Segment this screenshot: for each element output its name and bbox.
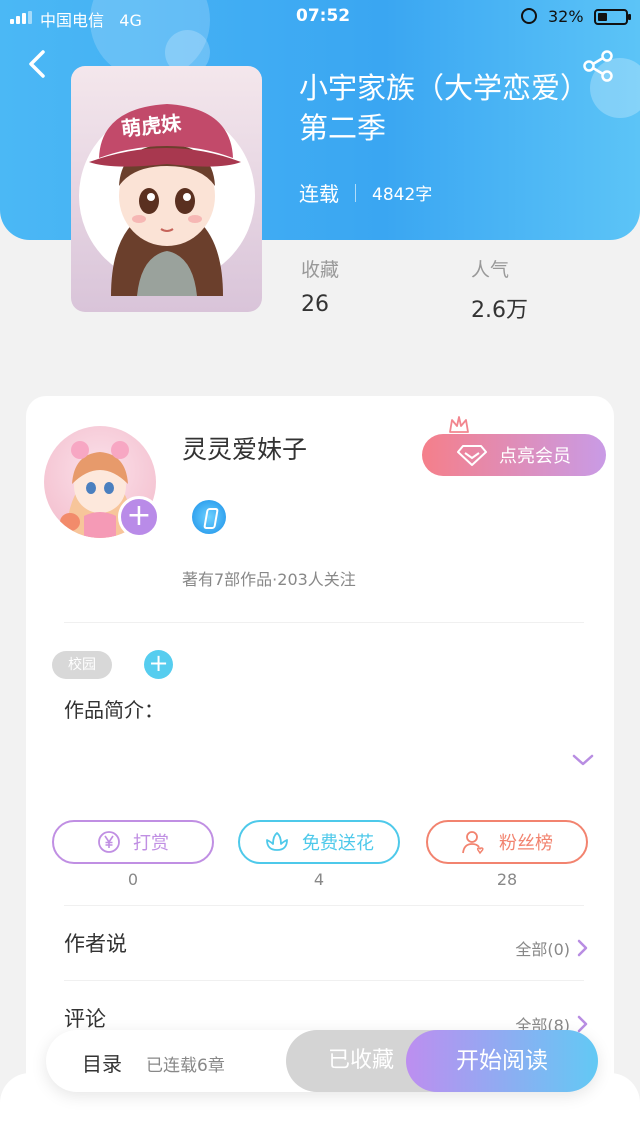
yen-coin-icon <box>98 831 120 853</box>
status-bar: 中国电信 4G 07:52 32% <box>0 0 640 34</box>
clock: 07:52 <box>296 6 351 26</box>
flower-icon <box>266 832 288 851</box>
intro-label: 作品简介： <box>64 698 164 722</box>
chevron-down-icon[interactable] <box>571 752 595 768</box>
chevron-right-icon <box>577 939 588 957</box>
tip-count: 0 <box>127 870 139 889</box>
send-flower-label: 免费送花 <box>302 833 374 854</box>
author-says-label: 作者说 <box>64 932 127 956</box>
toc-button[interactable]: 目录 <box>82 1048 122 1077</box>
fans-ranking-button[interactable]: 粉丝榜 <box>426 820 588 864</box>
tip-label: 打赏 <box>133 833 169 854</box>
fans-ranking-label: 粉丝榜 <box>499 833 553 854</box>
bottom-action-bar: 目录 已连载6章 已收藏 开始阅读 <box>46 1030 598 1092</box>
start-reading-button[interactable]: 开始阅读 <box>406 1030 598 1092</box>
author-says-all-text: 全部(0) <box>515 940 570 959</box>
comments-label: 评论 <box>64 1007 106 1031</box>
chapter-count: 已连载6章 <box>146 1056 225 1076</box>
vip-label: 点亮会员 <box>499 446 571 467</box>
signal-icon <box>10 11 32 24</box>
book-cover[interactable]: 萌虎妹 <box>71 66 262 312</box>
serial-status: 连载 <box>299 182 339 206</box>
divider <box>64 905 584 906</box>
back-arrow-icon[interactable] <box>22 48 54 80</box>
author-level-badge-icon <box>192 500 226 534</box>
stat-label: 人气 <box>471 259 510 281</box>
rotation-lock-icon <box>521 8 537 24</box>
diamond-icon <box>457 445 487 466</box>
stat-favorites: 收藏 26 <box>301 255 339 317</box>
stat-value: 26 <box>301 292 329 317</box>
battery-percent: 32% <box>548 7 584 26</box>
book-title: 小宇家族（大学恋爱）第二季 <box>299 71 590 145</box>
send-flower-button[interactable]: 免费送花 <box>238 820 400 864</box>
tip-button[interactable]: 打赏 <box>52 820 214 864</box>
add-tag-button[interactable]: + <box>144 650 173 679</box>
stat-value: 2.6万 <box>471 298 528 323</box>
fans-count: 28 <box>496 870 518 889</box>
cover-illustration <box>79 104 255 296</box>
stat-label: 收藏 <box>301 259 340 281</box>
detail-card: + 灵灵爱妹子 著有7部作品·203人关注 点亮会员 校园 + 作品简介： 打赏… <box>26 396 614 1116</box>
stat-popularity: 人气 2.6万 <box>471 255 528 324</box>
genre-tag[interactable]: 校园 <box>52 651 112 679</box>
flower-count: 4 <box>313 870 325 889</box>
word-count: 4842字 <box>372 185 433 205</box>
meta-divider <box>355 183 356 202</box>
author-says-all-link[interactable]: 全部(0) <box>515 936 588 960</box>
author-stats: 著有7部作品·203人关注 <box>182 570 356 589</box>
chevron-right-icon <box>577 1015 588 1033</box>
follow-author-button[interactable]: + <box>118 496 160 538</box>
divider <box>64 622 584 623</box>
battery-icon <box>594 9 631 25</box>
author-name[interactable]: 灵灵爱妹子 <box>182 430 307 466</box>
vip-button[interactable]: 点亮会员 <box>422 434 606 476</box>
fans-person-icon <box>462 831 484 855</box>
carrier-text: 中国电信 4G <box>40 11 142 30</box>
book-meta: 连载 4842字 <box>299 178 432 207</box>
crown-icon <box>449 416 469 433</box>
divider <box>64 980 584 981</box>
